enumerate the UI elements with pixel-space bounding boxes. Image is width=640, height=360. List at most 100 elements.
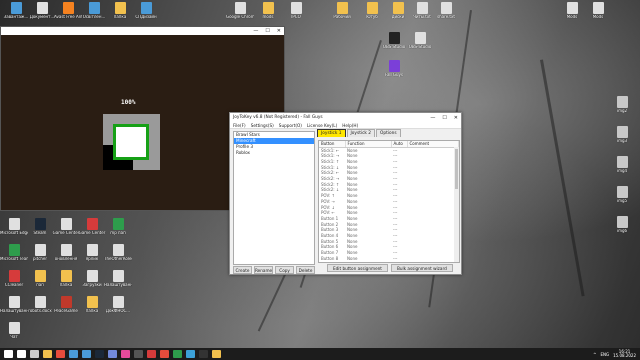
desktop-icon[interactable]: ДокФНОС... bbox=[106, 296, 130, 318]
desktop-icon[interactable]: img2 bbox=[610, 96, 634, 118]
desktop-icon[interactable]: img4 bbox=[610, 156, 634, 178]
desktop-icon[interactable]: Microsoft Edge bbox=[0, 218, 28, 240]
desktop-icon[interactable]: CCleaner bbox=[2, 270, 26, 292]
file-icon bbox=[34, 270, 46, 282]
desktop-icon[interactable]: Чат bbox=[2, 322, 26, 344]
desktop-icon[interactable]: папка bbox=[108, 2, 132, 24]
search-icon[interactable] bbox=[17, 350, 26, 358]
desktop-icon[interactable]: Рабочий bbox=[330, 2, 354, 24]
desktop-icon[interactable]: share.txt bbox=[434, 2, 458, 24]
file-icon bbox=[440, 2, 452, 14]
tab-joystick-2[interactable]: Joystick 2 bbox=[346, 129, 376, 137]
desktop-icon[interactable]: IPCO bbox=[284, 2, 308, 24]
profile-item[interactable]: Roblox bbox=[234, 150, 314, 156]
desktop-icon-label: Steam bbox=[33, 231, 47, 235]
start-icon[interactable] bbox=[4, 350, 13, 358]
discord-icon[interactable] bbox=[108, 350, 117, 358]
desktop-icon[interactable]: Загрузки bbox=[80, 270, 104, 292]
desktop-icon[interactable]: Avast Free Antivirus bbox=[54, 2, 82, 24]
taskbar: ^ ENG 16:21 15.08.2022 bbox=[0, 348, 640, 360]
steam-icon[interactable] bbox=[95, 350, 104, 358]
opera-icon[interactable] bbox=[160, 350, 169, 358]
desktop-icon[interactable]: mods bbox=[256, 2, 280, 24]
desktop-icon[interactable]: Налаштування... bbox=[104, 270, 132, 292]
desktop-icon[interactable]: Microsoft Teams bbox=[0, 244, 28, 266]
table-row[interactable]: Button 8 None --- bbox=[319, 256, 459, 262]
desktop-icon[interactable]: Steam bbox=[28, 218, 52, 240]
fallguys-icon[interactable] bbox=[121, 350, 130, 358]
desktop-icon[interactable]: ярлик bbox=[80, 244, 104, 266]
desktop-icon[interactable]: папка bbox=[54, 270, 78, 292]
desktop-icon[interactable]: pitcher bbox=[28, 244, 52, 266]
chevron-up-icon[interactable]: ^ bbox=[593, 352, 596, 357]
assignment-table[interactable]: Button Function Auto Comment Stick1: ← No… bbox=[318, 140, 460, 263]
comment-cell bbox=[407, 256, 459, 262]
clock[interactable]: 16:21 15.08.2022 bbox=[613, 349, 636, 359]
note-icon[interactable] bbox=[212, 350, 221, 358]
joytokey-window[interactable]: JoyToKey v6.8 (Not Registered) - Fall Gu… bbox=[229, 112, 462, 275]
close-button[interactable]: ✕ bbox=[454, 115, 458, 121]
desktop-icon[interactable]: img3 bbox=[610, 126, 634, 148]
scrollbar-thumb[interactable] bbox=[455, 149, 458, 189]
epic-icon[interactable] bbox=[199, 350, 208, 358]
menu-file[interactable]: File(F) bbox=[233, 123, 246, 128]
rename-button[interactable]: Rename bbox=[253, 266, 274, 274]
auto-cell: --- bbox=[393, 255, 398, 261]
desktop-icon[interactable]: Game Center bbox=[79, 218, 105, 240]
desktop-icon[interactable]: OBS-Studio bbox=[408, 32, 432, 54]
telegram-icon[interactable] bbox=[186, 350, 195, 358]
desktop-icon[interactable]: диски bbox=[386, 2, 410, 24]
desktop-icon[interactable]: OBS Studio bbox=[382, 32, 406, 54]
minimize-button[interactable]: — bbox=[430, 115, 435, 121]
tab-joystick-1[interactable]: Joystick 1 bbox=[317, 129, 346, 137]
desktop-icon[interactable]: Mods bbox=[586, 2, 610, 24]
desktop-icon[interactable]: Game Center bbox=[53, 218, 79, 240]
copy-button[interactable]: Copy bbox=[275, 266, 295, 274]
menu-help[interactable]: Help(H) bbox=[342, 123, 358, 128]
desktop-icon[interactable]: Читы.txt bbox=[410, 2, 434, 24]
create-button[interactable]: Create bbox=[233, 266, 252, 274]
joy-icon[interactable] bbox=[173, 350, 182, 358]
desktop-icon[interactable]: Освітлен... bbox=[82, 2, 106, 24]
game-icon[interactable] bbox=[147, 350, 156, 358]
desktop-icon[interactable]: пап bbox=[28, 270, 52, 292]
file-icon bbox=[112, 296, 124, 308]
desktop-icon[interactable]: img6 bbox=[610, 216, 634, 238]
desktop-icon-label: СПДизайн bbox=[135, 15, 157, 19]
close-button[interactable]: ✕ bbox=[277, 28, 281, 34]
menu-support[interactable]: Support(O) bbox=[279, 123, 302, 128]
bulk-wizard-button[interactable]: Bulk assignment wizard bbox=[390, 264, 453, 272]
desktop-icon[interactable]: Mods bbox=[560, 2, 584, 24]
store-icon[interactable] bbox=[69, 350, 78, 358]
scrollbar[interactable] bbox=[454, 147, 459, 262]
desktop-icon[interactable]: TheOtherRoles bbox=[104, 244, 132, 266]
language-indicator[interactable]: ENG bbox=[600, 352, 609, 357]
desktop-icon[interactable]: Документ... bbox=[30, 2, 54, 24]
minimize-button[interactable]: — bbox=[253, 28, 258, 34]
edit-assignment-button[interactable]: Edit button assignment bbox=[327, 264, 388, 272]
desktop-icon[interactable]: robots.docx bbox=[28, 296, 52, 318]
desktop-icon[interactable]: Завантаж... bbox=[4, 2, 28, 24]
obs-icon[interactable] bbox=[134, 350, 143, 358]
desktop-icon[interactable]: Fall Guys bbox=[382, 60, 406, 82]
taskview-icon[interactable] bbox=[30, 350, 39, 358]
menu-settings[interactable]: Settings(S) bbox=[251, 123, 274, 128]
maximize-button[interactable]: ☐ bbox=[442, 115, 446, 121]
desktop-icon[interactable]: оновлення bbox=[54, 244, 78, 266]
menu-license[interactable]: License Key(L) bbox=[307, 123, 337, 128]
maximize-button[interactable]: ☐ bbox=[265, 28, 269, 34]
explorer-icon[interactable] bbox=[43, 350, 52, 358]
desktop-icon[interactable]: mp пап bbox=[106, 218, 130, 240]
desktop-icon[interactable]: Ютуб bbox=[360, 2, 384, 24]
profile-list[interactable]: Brawl Stars Minecraft Profile 3 Roblox bbox=[233, 131, 315, 265]
desktop-icon[interactable]: PeaceGame bbox=[54, 296, 78, 318]
desktop-icon[interactable]: img5 bbox=[610, 186, 634, 208]
mail-icon[interactable] bbox=[82, 350, 91, 358]
tab-options[interactable]: Options bbox=[376, 129, 401, 137]
desktop-icon[interactable]: Налаштування 17... bbox=[0, 296, 28, 318]
desktop-icon[interactable]: СПДизайн bbox=[134, 2, 158, 24]
chrome-icon[interactable] bbox=[56, 350, 65, 358]
delete-button[interactable]: Delete bbox=[296, 266, 315, 274]
desktop-icon[interactable]: папка bbox=[80, 296, 104, 318]
desktop-icon[interactable]: Google Chrome bbox=[226, 2, 254, 24]
